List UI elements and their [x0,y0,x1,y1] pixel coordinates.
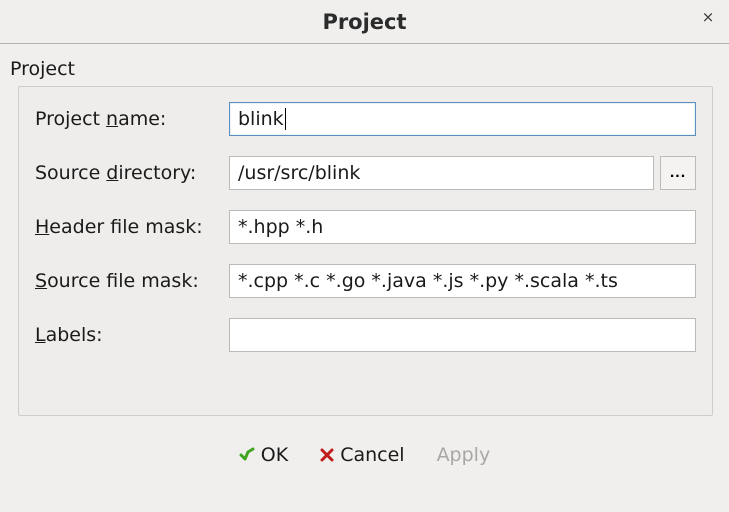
row-project-name: Project name: [35,101,696,137]
labels-input[interactable] [229,318,696,352]
row-source-directory: Source directory: ... [35,155,696,191]
label-source-mask: Source file mask: [35,270,223,292]
project-name-input[interactable] [229,102,696,136]
dialog-button-bar: OK Cancel Apply [0,442,729,468]
cancel-button-label: Cancel [340,444,404,466]
label-header-mask: Header file mask: [35,216,223,238]
row-labels: Labels: [35,317,696,353]
browse-directory-button[interactable]: ... [660,156,696,190]
window-title: Project [322,10,406,34]
header-mask-input[interactable] [229,210,696,244]
label-source-directory: Source directory: [35,162,223,184]
label-labels: Labels: [35,324,223,346]
group-caption: Project [0,44,729,86]
row-header-mask: Header file mask: [35,209,696,245]
close-icon[interactable]: × [699,8,717,26]
text-caret [285,108,286,130]
label-project-name: Project name: [35,108,223,130]
ok-button[interactable]: OK [233,442,294,468]
project-group: Project name: Source directory: ... Head… [18,86,713,416]
source-mask-input[interactable] [229,264,696,298]
apply-button-label: Apply [437,444,491,466]
cancel-x-icon [320,448,334,462]
project-name-input-wrap [229,102,696,136]
cancel-button[interactable]: Cancel [314,442,410,468]
ok-check-icon [239,447,255,463]
source-directory-input[interactable] [229,156,654,190]
ok-button-label: OK [261,444,288,466]
title-bar: Project × [0,0,729,44]
row-source-mask: Source file mask: [35,263,696,299]
apply-button: Apply [431,442,497,468]
